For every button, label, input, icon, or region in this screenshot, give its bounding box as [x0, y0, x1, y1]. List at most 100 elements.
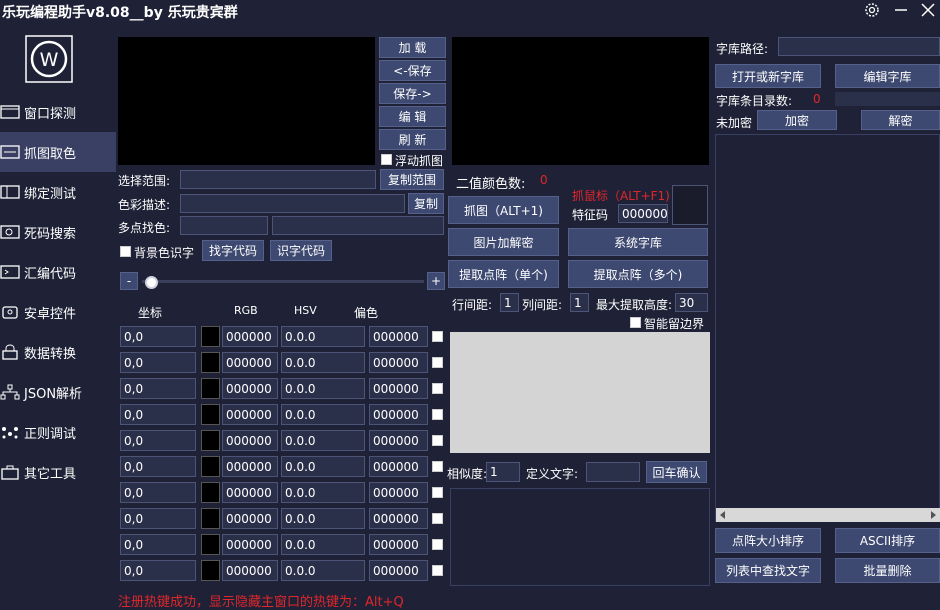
save-left-button[interactable]: <-保存	[379, 60, 446, 81]
copy-range-button[interactable]: 复制范围	[380, 169, 444, 190]
rgb-field[interactable]: 000000	[222, 430, 278, 451]
settings-gear-icon[interactable]	[862, 0, 882, 20]
encrypt-button[interactable]: 加密	[757, 110, 837, 130]
edit-library-button[interactable]: 编辑字库	[835, 64, 940, 88]
rgb-field[interactable]: 000000	[222, 560, 278, 581]
confirm-button[interactable]: 回车确认	[646, 461, 707, 483]
multi-color-field-2[interactable]	[272, 216, 444, 235]
hsv-field[interactable]: 0.0.0	[281, 378, 365, 399]
slider-thumb[interactable]	[145, 276, 158, 289]
sidebar-item-6[interactable]: 数据转换	[0, 332, 116, 372]
text-output-area[interactable]	[450, 488, 710, 586]
coord-field[interactable]: 0,0	[120, 482, 196, 503]
offset-field[interactable]: 000000	[369, 560, 428, 581]
hsv-field[interactable]: 0.0.0	[281, 456, 365, 477]
hsv-field[interactable]: 0.0.0	[281, 482, 365, 503]
copy-desc-button[interactable]: 复制	[408, 193, 444, 214]
coord-field[interactable]: 0,0	[120, 378, 196, 399]
image-encrypt-button[interactable]: 图片加解密	[448, 228, 559, 256]
color-desc-field[interactable]	[180, 194, 405, 213]
load-button[interactable]: 加 载	[379, 37, 446, 58]
offset-field[interactable]: 000000	[369, 352, 428, 373]
sidebar-item-9[interactable]: 其它工具	[0, 452, 116, 492]
offset-field[interactable]: 000000	[369, 430, 428, 451]
float-capture-checkbox[interactable]	[381, 154, 392, 165]
multi-color-field-1[interactable]	[180, 216, 268, 235]
offset-field[interactable]: 000000	[369, 456, 428, 477]
similarity-field[interactable]: 1	[486, 462, 520, 482]
rgb-field[interactable]: 000000	[222, 456, 278, 477]
sidebar-item-3[interactable]: 死码搜索	[0, 212, 116, 252]
close-icon[interactable]	[918, 0, 938, 20]
row-checkbox[interactable]	[432, 565, 443, 576]
col-spacing-field[interactable]: 1	[570, 293, 589, 312]
max-height-field[interactable]: 30	[675, 293, 708, 312]
row-checkbox[interactable]	[432, 435, 443, 446]
rgb-field[interactable]: 000000	[222, 482, 278, 503]
sidebar-item-1[interactable]: 抓图取色	[0, 132, 116, 172]
coord-field[interactable]: 0,0	[120, 352, 196, 373]
edit-button[interactable]: 编 辑	[379, 106, 446, 127]
hsv-field[interactable]: 0.0.0	[281, 508, 365, 529]
row-checkbox[interactable]	[432, 539, 443, 550]
coord-field[interactable]: 0,0	[120, 456, 196, 477]
library-list[interactable]	[715, 134, 940, 522]
save-right-button[interactable]: 保存->	[379, 83, 446, 104]
row-checkbox[interactable]	[432, 487, 443, 498]
slider-track[interactable]	[142, 280, 424, 283]
open-library-button[interactable]: 打开或新字库	[715, 64, 821, 88]
grab-image-button[interactable]: 抓图（ALT+1)	[448, 196, 559, 224]
hsv-field[interactable]: 0.0.0	[281, 352, 365, 373]
rgb-field[interactable]: 000000	[222, 404, 278, 425]
hsv-field[interactable]: 0.0.0	[281, 430, 365, 451]
rgb-field[interactable]: 000000	[222, 378, 278, 399]
offset-field[interactable]: 000000	[369, 534, 428, 555]
row-checkbox[interactable]	[432, 461, 443, 472]
row-spacing-field[interactable]: 1	[500, 293, 519, 312]
decrypt-button[interactable]: 解密	[861, 110, 940, 130]
extract-single-button[interactable]: 提取点阵（单个)	[448, 260, 559, 288]
system-library-button[interactable]: 系统字库	[568, 228, 708, 256]
offset-field[interactable]: 000000	[369, 326, 428, 347]
binary-preview[interactable]	[452, 37, 709, 165]
library-hscrollbar[interactable]	[716, 508, 940, 522]
sidebar-item-2[interactable]: 绑定测试	[0, 172, 116, 212]
refresh-button[interactable]: 刷 新	[379, 129, 446, 150]
coord-field[interactable]: 0,0	[120, 430, 196, 451]
hsv-field[interactable]: 0.0.0	[281, 560, 365, 581]
capture-preview[interactable]	[118, 37, 375, 165]
offset-field[interactable]: 000000	[369, 404, 428, 425]
hsv-field[interactable]: 0.0.0	[281, 534, 365, 555]
slider-minus-button[interactable]: -	[120, 272, 138, 290]
dot-matrix-preview[interactable]	[450, 332, 710, 453]
row-checkbox[interactable]	[432, 357, 443, 368]
coord-field[interactable]: 0,0	[120, 404, 196, 425]
sidebar-item-0[interactable]: 窗口探测	[0, 92, 116, 132]
row-checkbox[interactable]	[432, 513, 443, 524]
extract-multi-button[interactable]: 提取点阵（多个)	[568, 260, 708, 288]
hsv-field[interactable]: 0.0.0	[281, 326, 365, 347]
sort-by-size-button[interactable]: 点阵大小排序	[715, 528, 821, 553]
find-text-in-list-button[interactable]: 列表中查找文字	[715, 558, 821, 583]
sidebar-item-5[interactable]: 安卓控件	[0, 292, 116, 332]
hsv-field[interactable]: 0.0.0	[281, 404, 365, 425]
rgb-field[interactable]: 000000	[222, 534, 278, 555]
sidebar-item-4[interactable]: 汇编代码	[0, 252, 116, 292]
minimize-icon[interactable]	[892, 0, 910, 18]
recognize-text-code-button[interactable]: 识字代码	[270, 240, 332, 261]
sidebar-item-8[interactable]: 正则调试	[0, 412, 116, 452]
batch-delete-button[interactable]: 批量删除	[835, 558, 940, 583]
define-text-field[interactable]	[586, 462, 640, 482]
sort-ascii-button[interactable]: ASCII排序	[835, 528, 940, 553]
rgb-field[interactable]: 000000	[222, 326, 278, 347]
library-path-field[interactable]	[778, 37, 940, 56]
slider-plus-button[interactable]: +	[427, 272, 445, 290]
coord-field[interactable]: 0,0	[120, 508, 196, 529]
row-checkbox[interactable]	[432, 383, 443, 394]
offset-field[interactable]: 000000	[369, 378, 428, 399]
coord-field[interactable]: 0,0	[120, 534, 196, 555]
find-text-code-button[interactable]: 找字代码	[202, 240, 264, 261]
range-field[interactable]	[180, 170, 376, 189]
offset-field[interactable]: 000000	[369, 508, 428, 529]
coord-field[interactable]: 0,0	[120, 326, 196, 347]
